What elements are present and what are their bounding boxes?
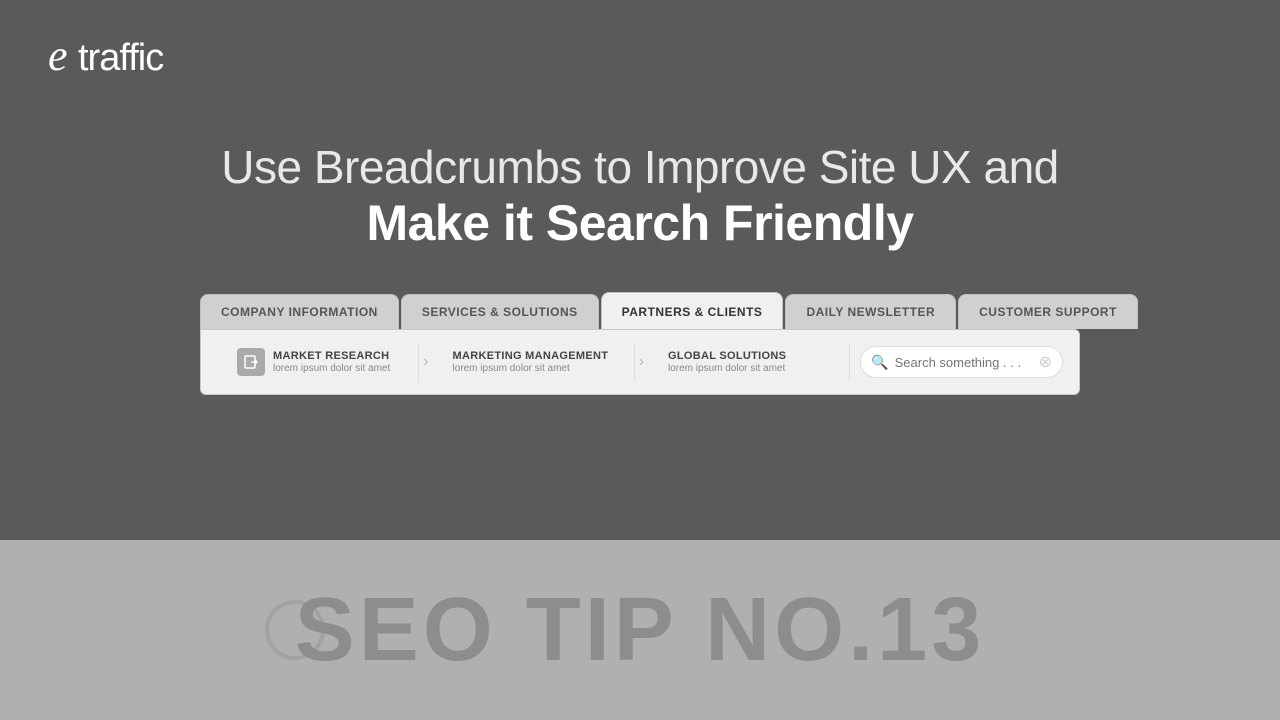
headline-line2: Make it Search Friendly bbox=[221, 194, 1058, 252]
content-bar: MARKET RESEARCH lorem ipsum dolor sit am… bbox=[200, 329, 1080, 395]
breadcrumb-title-marketing: MARKETING MANAGEMENT bbox=[453, 350, 609, 362]
logo-area: e traffic bbox=[48, 28, 238, 85]
search-input[interactable] bbox=[895, 355, 1035, 370]
breadcrumb-subtitle-global: lorem ipsum dolor sit amet bbox=[668, 363, 786, 374]
breadcrumb-title-global: GLOBAL SOLUTIONS bbox=[668, 350, 786, 362]
breadcrumb-item-marketing[interactable]: MARKETING MANAGEMENT lorem ipsum dolor s… bbox=[433, 344, 635, 380]
breadcrumb-subtitle-market: lorem ipsum dolor sit amet bbox=[273, 363, 390, 374]
svg-text:e: e bbox=[48, 31, 67, 80]
tab-partners[interactable]: PARTNERS & CLIENTS bbox=[601, 292, 784, 329]
breadcrumb-item-market[interactable]: MARKET RESEARCH lorem ipsum dolor sit am… bbox=[217, 342, 419, 382]
svg-text:traffic: traffic bbox=[78, 37, 163, 79]
search-icon: 🔍 bbox=[871, 354, 888, 371]
bottom-section: SEO TIP NO.13 bbox=[0, 540, 1280, 720]
chevron-2: › bbox=[635, 353, 648, 371]
search-area: 🔍 ⊗ bbox=[860, 346, 1063, 378]
tab-services[interactable]: SERVICES & SOLUTIONS bbox=[401, 294, 599, 329]
login-icon bbox=[237, 348, 265, 376]
breadcrumb-item-global[interactable]: GLOBAL SOLUTIONS lorem ipsum dolor sit a… bbox=[648, 344, 850, 380]
tab-support[interactable]: CUSTOMER SUPPORT bbox=[958, 294, 1138, 329]
breadcrumb-text-market: MARKET RESEARCH lorem ipsum dolor sit am… bbox=[273, 350, 390, 374]
breadcrumb-title-market: MARKET RESEARCH bbox=[273, 350, 390, 362]
headline-line1: Use Breadcrumbs to Improve Site UX and bbox=[221, 140, 1058, 194]
tab-company[interactable]: COMPANY INFORMATION bbox=[200, 294, 399, 329]
chevron-1: › bbox=[419, 353, 432, 371]
nav-area: COMPANY INFORMATION SERVICES & SOLUTIONS… bbox=[200, 292, 1080, 395]
breadcrumb-text-marketing: MARKETING MANAGEMENT lorem ipsum dolor s… bbox=[453, 350, 609, 374]
tabs-row: COMPANY INFORMATION SERVICES & SOLUTIONS… bbox=[200, 292, 1080, 329]
breadcrumb-subtitle-marketing: lorem ipsum dolor sit amet bbox=[453, 363, 609, 374]
seo-tip-text: SEO TIP NO.13 bbox=[295, 579, 986, 682]
breadcrumb-text-global: GLOBAL SOLUTIONS lorem ipsum dolor sit a… bbox=[668, 350, 786, 374]
tab-newsletter[interactable]: DAILY NEWSLETTER bbox=[785, 294, 956, 329]
top-section: e traffic Use Breadcrumbs to Improve Sit… bbox=[0, 0, 1280, 540]
headline-area: Use Breadcrumbs to Improve Site UX and M… bbox=[221, 140, 1058, 252]
search-clear-button[interactable]: ⊗ bbox=[1039, 352, 1052, 372]
